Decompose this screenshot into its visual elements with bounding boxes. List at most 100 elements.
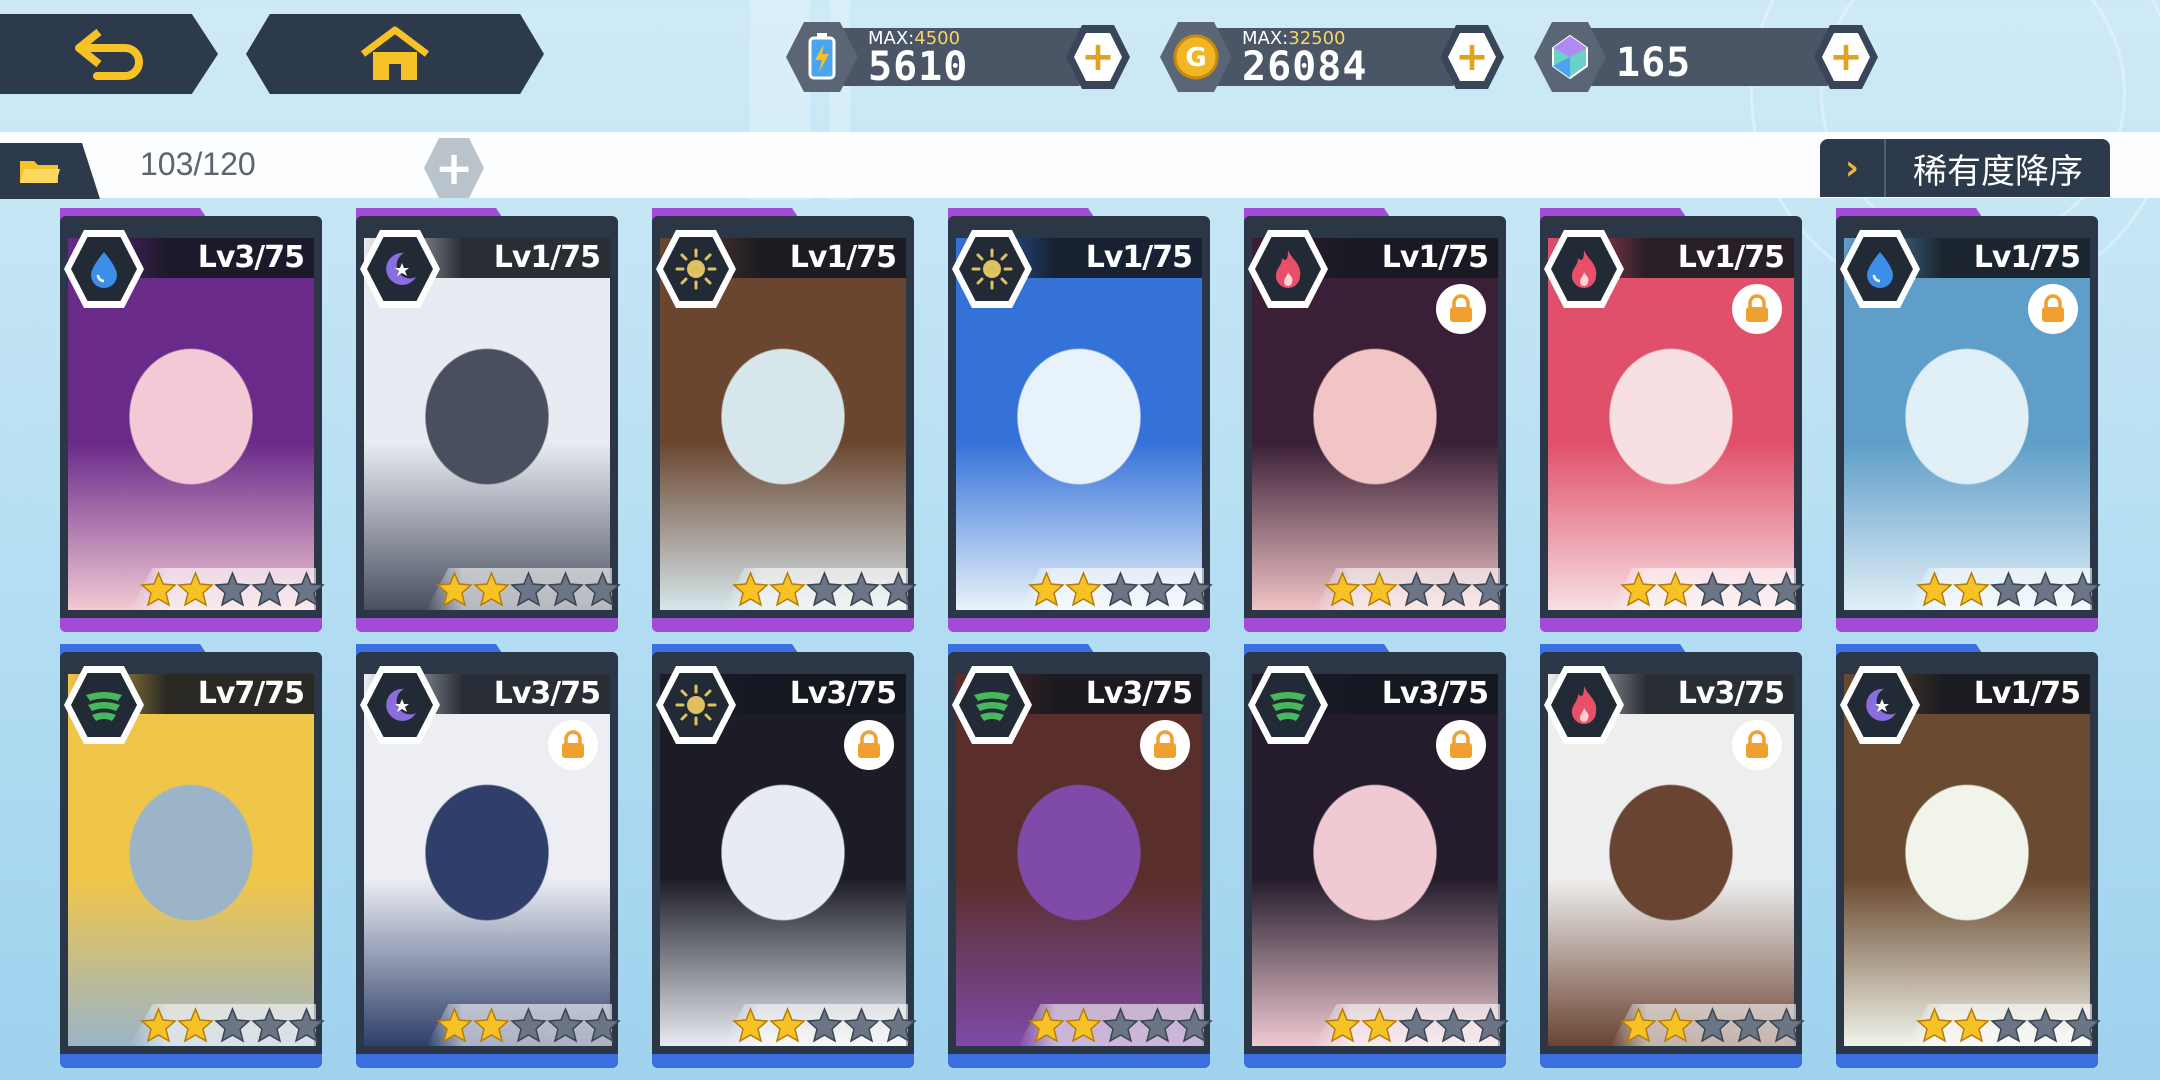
star-rating bbox=[436, 571, 621, 608]
character-card[interactable]: Lv3/75 bbox=[60, 208, 325, 632]
star-empty-icon bbox=[288, 571, 325, 607]
character-card[interactable]: Lv1/75 bbox=[356, 208, 621, 632]
home-icon bbox=[360, 26, 430, 80]
star-filled-icon bbox=[473, 1007, 510, 1043]
lock-icon bbox=[844, 720, 894, 770]
star-filled-icon bbox=[1324, 571, 1361, 607]
plus-icon: + bbox=[1448, 33, 1496, 81]
card-frame-bottom bbox=[652, 618, 914, 632]
character-card[interactable]: Lv7/75 bbox=[60, 644, 325, 1068]
character-level: Lv3/75 bbox=[493, 676, 601, 711]
star-empty-icon bbox=[1435, 1007, 1472, 1043]
star-empty-icon bbox=[1139, 1007, 1176, 1043]
character-card[interactable]: Lv1/75 bbox=[948, 208, 1213, 632]
plus-icon: + bbox=[434, 141, 474, 195]
star-rating bbox=[1324, 1007, 1509, 1044]
star-empty-icon bbox=[1176, 1007, 1213, 1043]
star-empty-icon bbox=[510, 571, 547, 607]
star-empty-icon bbox=[1990, 571, 2027, 607]
star-empty-icon bbox=[843, 571, 880, 607]
character-card[interactable]: Lv3/75 bbox=[948, 644, 1213, 1068]
lock-icon bbox=[1732, 720, 1782, 770]
character-card[interactable]: Lv1/75 bbox=[1244, 208, 1509, 632]
character-card[interactable]: Lv1/75 bbox=[1540, 208, 1805, 632]
lock-icon bbox=[2028, 284, 2078, 334]
star-filled-icon bbox=[732, 571, 769, 607]
sort-button[interactable]: › 稀有度降序 bbox=[1820, 139, 2110, 197]
star-rating bbox=[1324, 571, 1509, 608]
lock-icon bbox=[548, 720, 598, 770]
chevron-right-icon: › bbox=[1820, 139, 1886, 197]
star-empty-icon bbox=[547, 1007, 584, 1043]
character-level: Lv3/75 bbox=[1085, 676, 1193, 711]
character-level: Lv1/75 bbox=[1973, 240, 2081, 275]
character-level: Lv1/75 bbox=[1381, 240, 1489, 275]
character-card[interactable]: Lv1/75 bbox=[1836, 208, 2101, 632]
character-card[interactable]: Lv1/75 bbox=[1836, 644, 2101, 1068]
card-frame-bottom bbox=[948, 1054, 1210, 1068]
star-filled-icon bbox=[1657, 1007, 1694, 1043]
star-filled-icon bbox=[177, 571, 214, 607]
star-empty-icon bbox=[1102, 1007, 1139, 1043]
star-empty-icon bbox=[288, 1007, 325, 1043]
lock-icon bbox=[1140, 720, 1190, 770]
star-empty-icon bbox=[1176, 571, 1213, 607]
star-rating bbox=[732, 1007, 917, 1044]
folder-icon bbox=[20, 161, 60, 183]
star-filled-icon bbox=[436, 571, 473, 607]
star-rating bbox=[732, 571, 917, 608]
character-level: Lv3/75 bbox=[197, 240, 305, 275]
star-empty-icon bbox=[251, 1007, 288, 1043]
character-card[interactable]: Lv3/75 bbox=[1540, 644, 1805, 1068]
star-filled-icon bbox=[769, 1007, 806, 1043]
star-empty-icon bbox=[1472, 1007, 1509, 1043]
card-frame-bottom bbox=[1244, 618, 1506, 632]
star-rating bbox=[140, 571, 325, 608]
star-filled-icon bbox=[1953, 571, 1990, 607]
star-empty-icon bbox=[251, 571, 288, 607]
character-card[interactable]: Lv3/75 bbox=[652, 644, 917, 1068]
lock-icon bbox=[1436, 720, 1486, 770]
back-arrow-icon bbox=[75, 28, 143, 80]
star-filled-icon bbox=[1620, 1007, 1657, 1043]
character-level: Lv3/75 bbox=[789, 676, 897, 711]
card-frame-bottom bbox=[1836, 1054, 2098, 1068]
star-empty-icon bbox=[214, 1007, 251, 1043]
star-rating bbox=[1916, 571, 2101, 608]
character-card[interactable]: Lv1/75 bbox=[652, 208, 917, 632]
star-empty-icon bbox=[1139, 571, 1176, 607]
star-filled-icon bbox=[140, 571, 177, 607]
star-rating bbox=[1916, 1007, 2101, 1044]
character-card[interactable]: Lv3/75 bbox=[356, 644, 621, 1068]
star-empty-icon bbox=[806, 571, 843, 607]
star-empty-icon bbox=[1694, 1007, 1731, 1043]
star-empty-icon bbox=[584, 1007, 621, 1043]
back-button[interactable] bbox=[0, 14, 218, 94]
star-filled-icon bbox=[1361, 1007, 1398, 1043]
character-level: Lv1/75 bbox=[1085, 240, 1193, 275]
lock-icon bbox=[1732, 284, 1782, 334]
home-button[interactable] bbox=[246, 14, 544, 94]
star-empty-icon bbox=[806, 1007, 843, 1043]
star-empty-icon bbox=[1694, 571, 1731, 607]
gold-resource: G MAX:32500 26084 + bbox=[1160, 22, 1504, 92]
character-card[interactable]: Lv3/75 bbox=[1244, 644, 1509, 1068]
star-rating bbox=[1028, 1007, 1213, 1044]
star-empty-icon bbox=[843, 1007, 880, 1043]
star-empty-icon bbox=[1102, 571, 1139, 607]
gold-value: 26084 bbox=[1242, 44, 1368, 90]
star-empty-icon bbox=[1768, 1007, 1805, 1043]
card-frame-bottom bbox=[356, 1054, 618, 1068]
star-rating bbox=[1028, 571, 1213, 608]
star-rating bbox=[436, 1007, 621, 1044]
card-frame-bottom bbox=[60, 618, 322, 632]
sort-label: 稀有度降序 bbox=[1913, 151, 2083, 192]
card-frame-bottom bbox=[1540, 1054, 1802, 1068]
roster-count: 103/120 bbox=[140, 146, 256, 182]
card-frame-bottom bbox=[948, 618, 1210, 632]
star-empty-icon bbox=[1731, 1007, 1768, 1043]
star-filled-icon bbox=[1324, 1007, 1361, 1043]
star-empty-icon bbox=[880, 571, 917, 607]
star-empty-icon bbox=[547, 571, 584, 607]
character-level: Lv3/75 bbox=[1381, 676, 1489, 711]
